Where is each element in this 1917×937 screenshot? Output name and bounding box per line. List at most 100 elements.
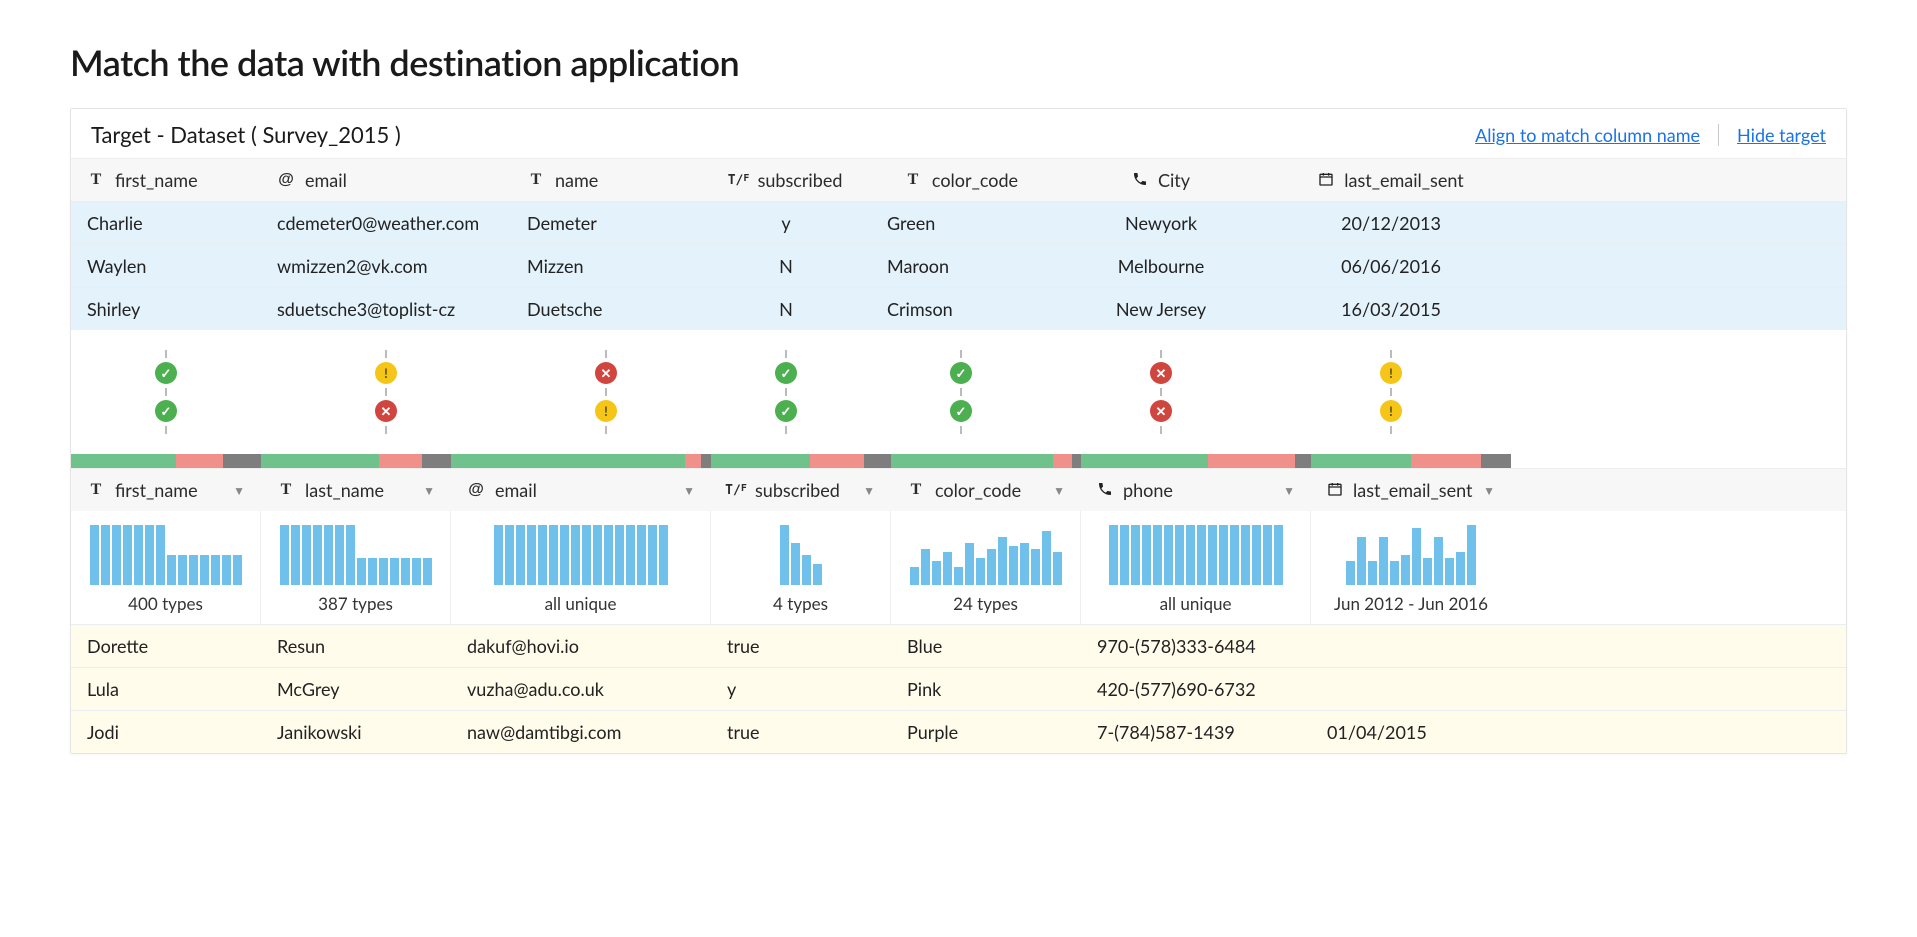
column-label: subscribed [755,479,840,501]
spark-bar [571,525,580,585]
column-label: email [495,479,537,501]
connector-line [1160,426,1162,434]
status-ok-icon[interactable]: ✓ [775,400,797,422]
spark-bar [1142,525,1151,585]
source-column-selector[interactable]: last_email_sent▼ [1311,469,1511,511]
sparkline-cell[interactable]: all unique [1081,511,1311,624]
chevron-down-icon: ▼ [1483,483,1495,498]
connector-line [960,426,962,434]
quality-segment [1208,454,1295,468]
column-label: color_code [932,169,1018,191]
source-column-selector[interactable]: Tfirst_name▼ [71,469,261,511]
table-cell: Shirley [71,288,261,330]
quality-bar[interactable] [261,454,451,468]
quality-bar[interactable] [451,454,711,468]
spark-bar [178,555,187,585]
text-type-icon: T [87,171,105,189]
spark-bar [335,525,344,585]
spark-bar [1120,525,1129,585]
sparkline-label: 24 types [953,593,1018,614]
quality-segment [864,454,891,468]
table-cell: Jodi [71,711,261,753]
hide-target-link[interactable]: Hide target [1737,124,1826,146]
table-cell: Melbourne [1051,245,1271,287]
status-ok-icon[interactable]: ✓ [950,400,972,422]
status-warning-icon[interactable]: ! [1380,362,1402,384]
spark-bar [1020,543,1029,585]
chevron-down-icon: ▼ [1283,483,1295,498]
connector-line [605,350,607,358]
source-column-selector[interactable]: phone ▼ [1081,469,1311,511]
source-column-selector[interactable]: T∕Fsubscribed▼ [711,469,891,511]
connector-line [1390,350,1392,358]
quality-segment [685,454,701,468]
table-cell: true [711,625,891,667]
page-title: Match the data with destination applicat… [70,40,1847,84]
quality-bar[interactable] [891,454,1081,468]
spark-bar [1230,525,1239,585]
connector-line [605,426,607,434]
source-column-selector[interactable]: @email▼ [451,469,711,511]
source-column-selector[interactable]: Tcolor_code▼ [891,469,1081,511]
spark-bar [494,525,503,585]
table-cell: Crimson [871,288,1051,330]
spark-bar [998,537,1007,585]
table-cell: Demeter [511,202,701,244]
column-label: color_code [935,479,1021,501]
spark-bar [626,525,635,585]
quality-bar[interactable] [711,454,891,468]
sparkline-row: 400 types387 typesall unique4 types24 ty… [71,511,1846,624]
panel-title: Target - Dataset ( Survey_2015 ) [91,121,401,148]
status-ok-icon[interactable]: ✓ [950,362,972,384]
source-column-selector[interactable]: Tlast_name▼ [261,469,451,511]
spark-bar [1467,525,1476,585]
email-type-icon: @ [277,171,295,189]
table-cell: McGrey [261,668,451,710]
status-error-icon[interactable]: ✕ [595,362,617,384]
match-status-cell: ✓✓ [871,340,1051,444]
chevron-down-icon: ▼ [863,483,875,498]
column-label: phone [1123,479,1173,501]
spark-bar [368,558,377,585]
status-ok-icon[interactable]: ✓ [155,362,177,384]
sparkline-chart [87,525,244,585]
spark-bar [780,525,789,585]
sparkline-cell[interactable]: all unique [451,511,711,624]
sparkline-cell[interactable]: 387 types [261,511,451,624]
quality-bar[interactable] [71,454,261,468]
sparkline-chart [467,525,694,585]
connector-line [385,426,387,434]
sparkline-cell[interactable]: Jun 2012 - Jun 2016 [1311,511,1511,624]
spark-bar [802,555,811,585]
status-error-icon[interactable]: ✕ [375,400,397,422]
align-link[interactable]: Align to match column name [1475,124,1700,146]
sparkline-cell[interactable]: 24 types [891,511,1081,624]
quality-bar[interactable] [1311,454,1511,468]
target-column-header: Tcolor_code [871,159,1051,201]
sparkline-cell[interactable]: 4 types [711,511,891,624]
chevron-down-icon: ▼ [423,483,435,498]
spark-bar [280,525,289,585]
column-label: email [305,169,347,191]
sparkline-cell[interactable]: 400 types [71,511,261,624]
status-warning-icon[interactable]: ! [1380,400,1402,422]
match-status-cell: ✓✓ [71,340,261,444]
table-row: Waylenwmizzen2@vk.comMizzenNMaroonMelbou… [71,244,1846,287]
status-warning-icon[interactable]: ! [375,362,397,384]
spark-bar [1390,561,1399,585]
status-ok-icon[interactable]: ✓ [155,400,177,422]
spark-bar [324,525,333,585]
status-error-icon[interactable]: ✕ [1150,400,1172,422]
match-panel: Target - Dataset ( Survey_2015 ) Align t… [70,108,1847,754]
quality-bar[interactable] [1081,454,1311,468]
table-cell: Dorette [71,625,261,667]
target-column-header: last_email_sent [1271,159,1511,201]
status-warning-icon[interactable]: ! [595,400,617,422]
spark-bar [1401,555,1410,585]
table-cell: 01/04/2015 [1311,711,1511,753]
status-error-icon[interactable]: ✕ [1150,362,1172,384]
spark-bar [134,525,143,585]
status-ok-icon[interactable]: ✓ [775,362,797,384]
connector-line [1390,388,1392,396]
table-cell: Maroon [871,245,1051,287]
